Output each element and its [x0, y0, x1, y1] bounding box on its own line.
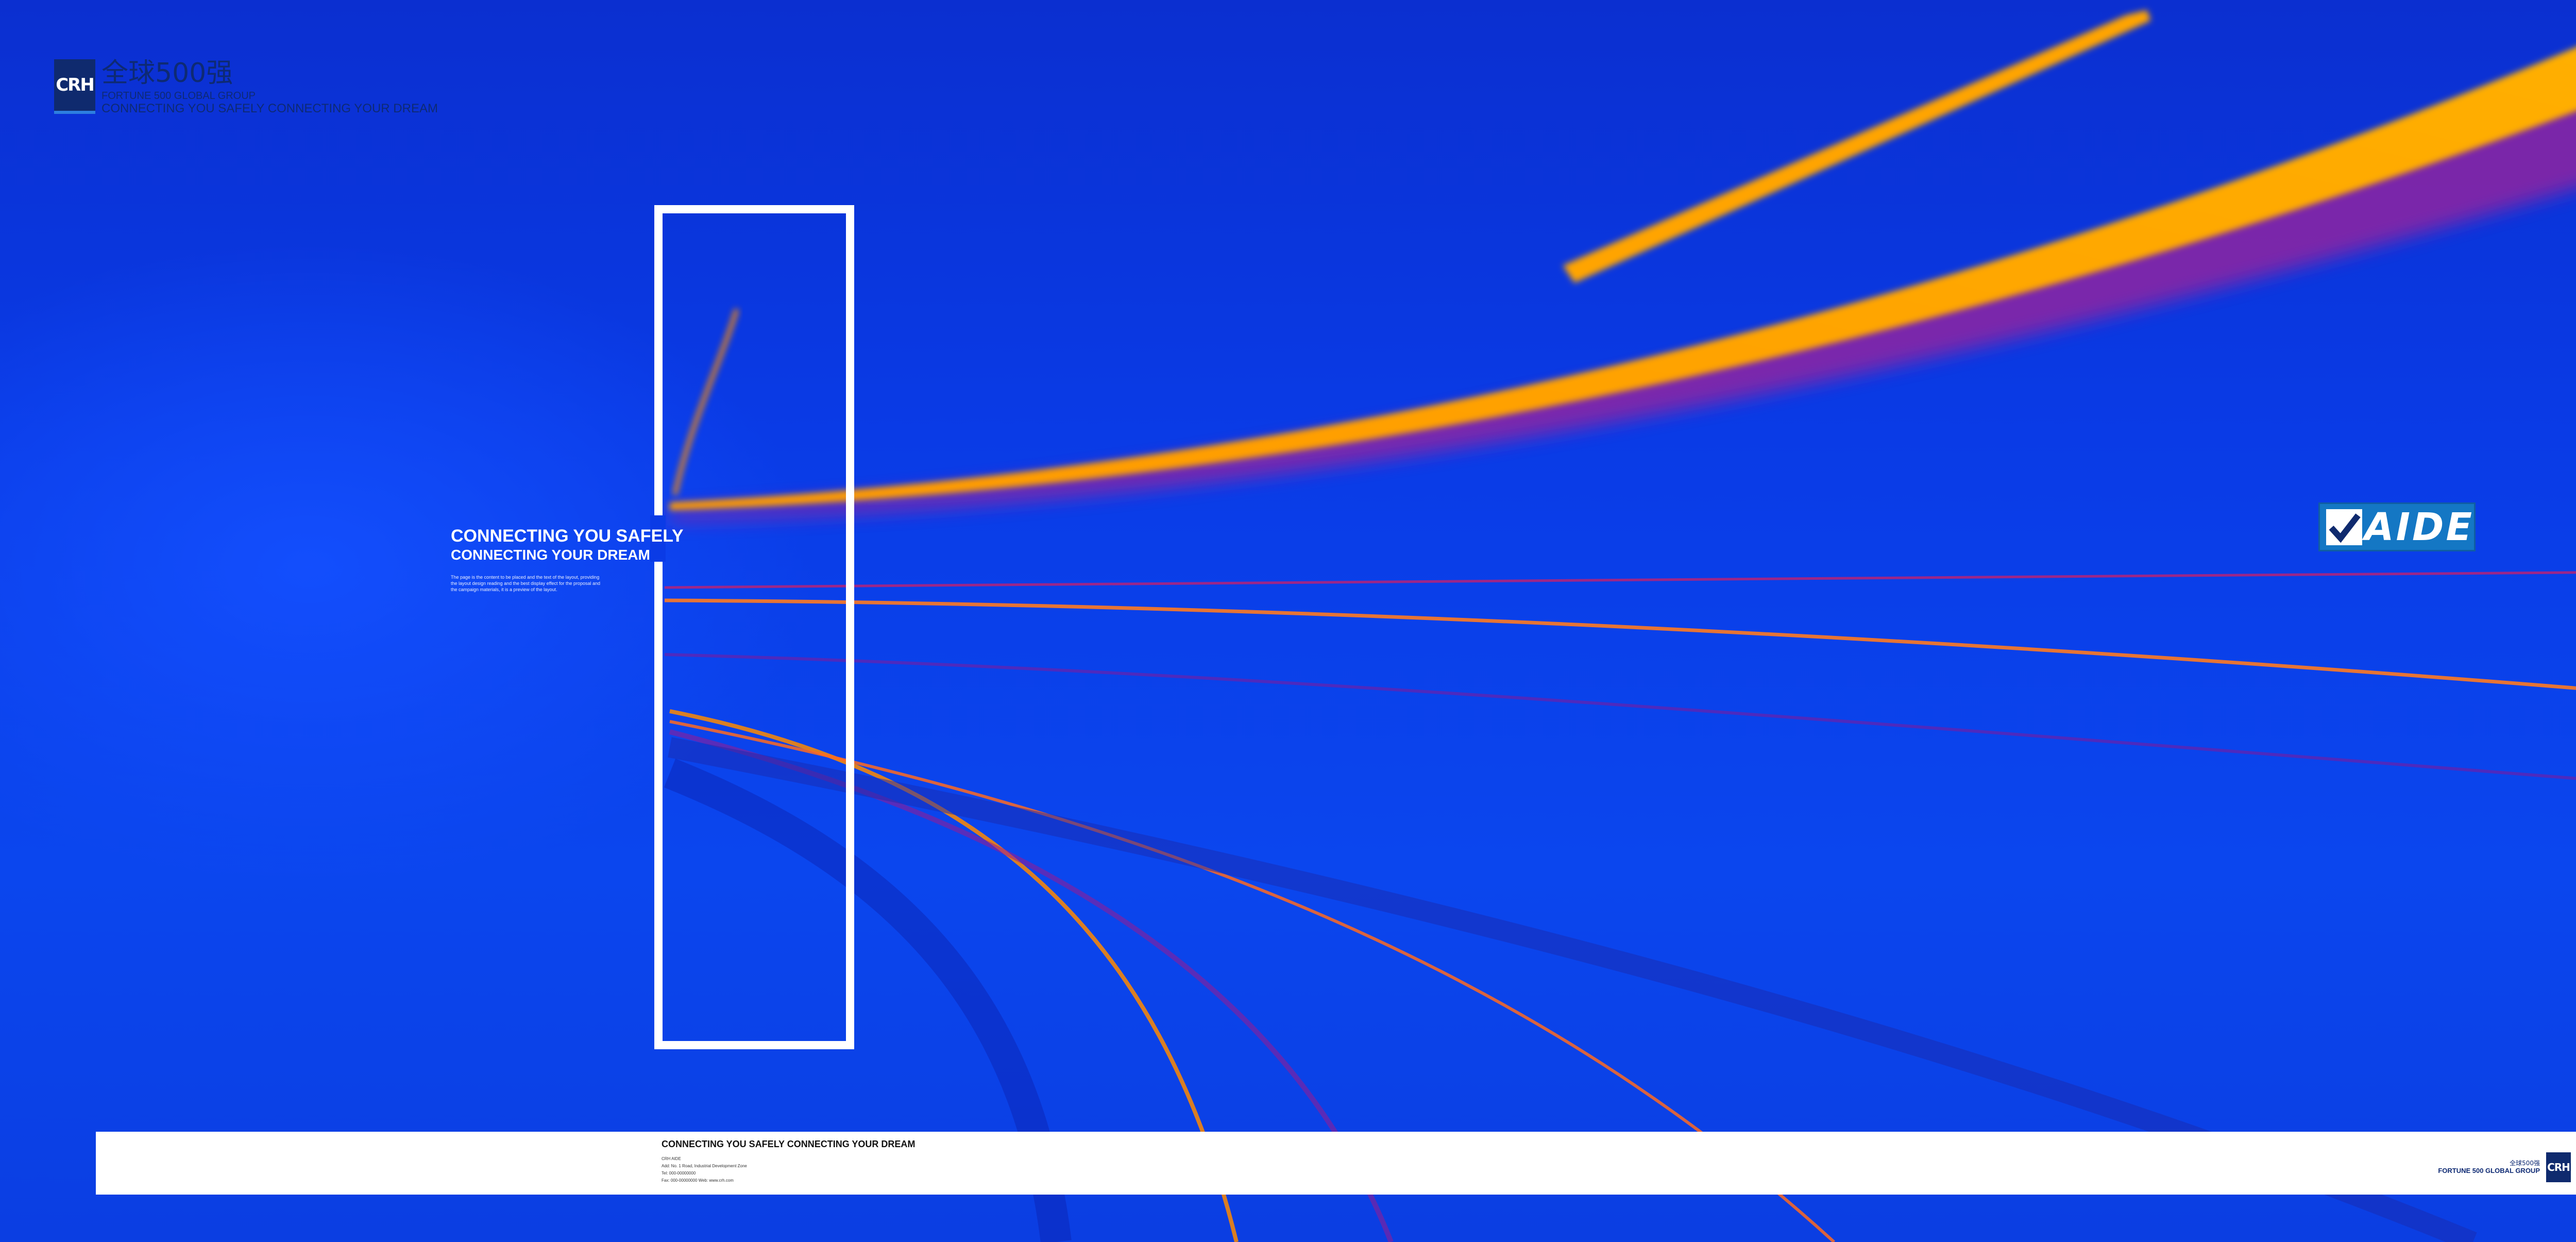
footer-brand-mark: CRH [2546, 1152, 2571, 1182]
brand-title-cn: 全球500强 [101, 58, 233, 89]
footer-bar: CONNECTING YOU SAFELY CONNECTING YOUR DR… [96, 1132, 2576, 1195]
footer-title: CONNECTING YOU SAFELY CONNECTING YOUR DR… [662, 1139, 916, 1149]
footer-line: Fax: 000-00000000 Web: www.crh.com [662, 1178, 734, 1183]
checkmark-icon [2326, 509, 2362, 545]
brand-tagline: CONNECTING YOU SAFELY CONNECTING YOUR DR… [101, 102, 438, 115]
brand-logo: CRH 全球500强 FORTUNE 500 GLOBAL GROUP CONN… [54, 59, 438, 116]
brand-mark: CRH [54, 59, 95, 114]
brand-text: 全球500强 FORTUNE 500 GLOBAL GROUP CONNECTI… [101, 59, 438, 116]
footer-line: Add: No. 1 Road, Industrial Development … [662, 1164, 747, 1168]
footer-line: Tel: 000-00000000 [662, 1171, 696, 1176]
headline-line2: CONNECTING YOUR DREAM [451, 547, 650, 563]
footer-line: CRH AIDE [662, 1156, 681, 1161]
headline-line1: CONNECTING YOU SAFELY [451, 526, 684, 546]
white-frame [654, 205, 854, 1049]
brand-subtitle: FORTUNE 500 GLOBAL GROUP [101, 90, 256, 102]
footer-brand-en: FORTUNE 500 GLOBAL GROUP [2438, 1167, 2540, 1174]
aide-logo-text: AIDE [2364, 505, 2474, 549]
aide-logo: AIDE [2318, 502, 2476, 551]
headline-body: The page is the content to be placed and… [451, 575, 601, 592]
light-streaks [664, 10, 2576, 1242]
footer-brand-cn: 全球500强 [2510, 1160, 2540, 1167]
headline-block: CONNECTING YOU SAFELY CONNECTING YOUR DR… [451, 526, 698, 593]
footer-brand: 全球500强 FORTUNE 500 GLOBAL GROUP CRH [2438, 1152, 2571, 1182]
